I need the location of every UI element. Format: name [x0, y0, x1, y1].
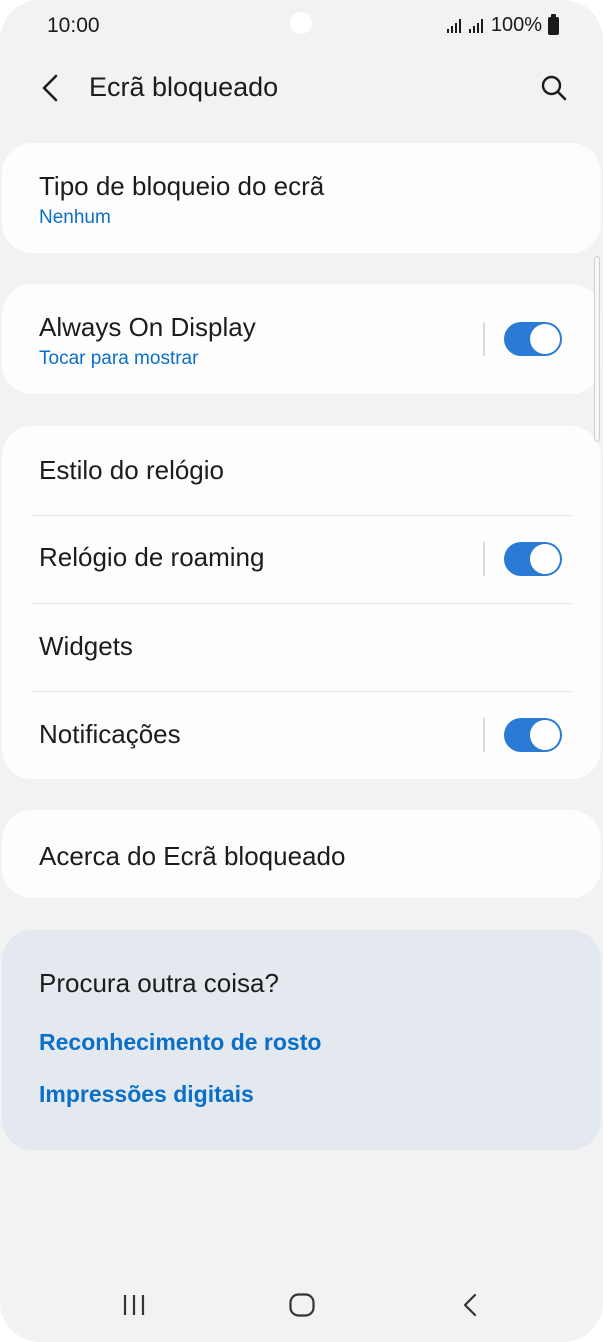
- lock-screen-settings-group: Estilo do relógio Relógio de roaming Wid…: [2, 426, 601, 779]
- suggestions-card: Procura outra coisa? Reconhecimento de r…: [2, 930, 601, 1150]
- lock-type-value: Nenhum: [39, 207, 111, 228]
- always-on-display-title: Always On Display: [39, 312, 256, 342]
- recents-button[interactable]: [110, 1281, 158, 1329]
- notifications-label: Notificações: [39, 719, 181, 749]
- status-time: 10:00: [47, 14, 100, 37]
- clock-style-item[interactable]: Estilo do relógio: [2, 426, 601, 515]
- front-camera: [290, 12, 312, 34]
- lock-type-title: Tipo de bloqueio do ecrã: [39, 171, 325, 201]
- nav-back-icon: [463, 1293, 477, 1317]
- status-bar: 10:00 100%: [0, 0, 603, 54]
- suggestions-title: Procura outra coisa?: [39, 968, 279, 998]
- always-on-display-item[interactable]: Always On Display Tocar para mostrar: [2, 284, 601, 394]
- always-on-display-toggle[interactable]: [504, 322, 562, 356]
- home-icon: [289, 1293, 315, 1317]
- notifications-toggle[interactable]: [504, 718, 562, 752]
- recents-icon: [123, 1295, 145, 1315]
- roaming-clock-item[interactable]: Relógio de roaming: [2, 515, 601, 603]
- status-indicators: 100%: [446, 13, 559, 37]
- notifications-item[interactable]: Notificações: [2, 691, 601, 779]
- lock-type-item[interactable]: Tipo de bloqueio do ecrã Nenhum: [2, 143, 601, 253]
- fingerprints-link[interactable]: Impressões digitais: [39, 1081, 254, 1108]
- widgets-item[interactable]: Widgets: [2, 603, 601, 691]
- scrollbar[interactable]: [594, 256, 600, 442]
- battery-percentage: 100%: [490, 14, 542, 36]
- back-button[interactable]: [32, 66, 68, 110]
- toggle-separator: [483, 542, 485, 576]
- signal-icon: [468, 18, 483, 33]
- roaming-clock-label: Relógio de roaming: [39, 542, 265, 572]
- app-header: Ecrã bloqueado: [0, 58, 603, 118]
- page-title: Ecrã bloqueado: [89, 72, 279, 102]
- roaming-clock-toggle[interactable]: [504, 542, 562, 576]
- battery-icon: [548, 13, 559, 35]
- navigation-bar: [0, 1275, 603, 1335]
- nav-back-button[interactable]: [446, 1281, 494, 1329]
- search-icon: [541, 75, 567, 101]
- back-arrow-icon: [42, 74, 58, 102]
- signal-icon: [446, 18, 461, 33]
- toggle-separator: [483, 322, 485, 356]
- search-button[interactable]: [532, 66, 576, 110]
- phone-screen: 10:00 100% Ecrã bloqueado Tipo de bloque…: [0, 0, 603, 1342]
- clock-style-label: Estilo do relógio: [39, 455, 224, 485]
- always-on-display-subtitle: Tocar para mostrar: [39, 348, 199, 369]
- widgets-label: Widgets: [39, 631, 133, 661]
- about-lock-screen-label: Acerca do Ecrã bloqueado: [39, 841, 346, 871]
- face-recognition-link[interactable]: Reconhecimento de rosto: [39, 1029, 321, 1056]
- home-button[interactable]: [278, 1281, 326, 1329]
- toggle-separator: [483, 718, 485, 752]
- about-lock-screen-item[interactable]: Acerca do Ecrã bloqueado: [2, 810, 601, 898]
